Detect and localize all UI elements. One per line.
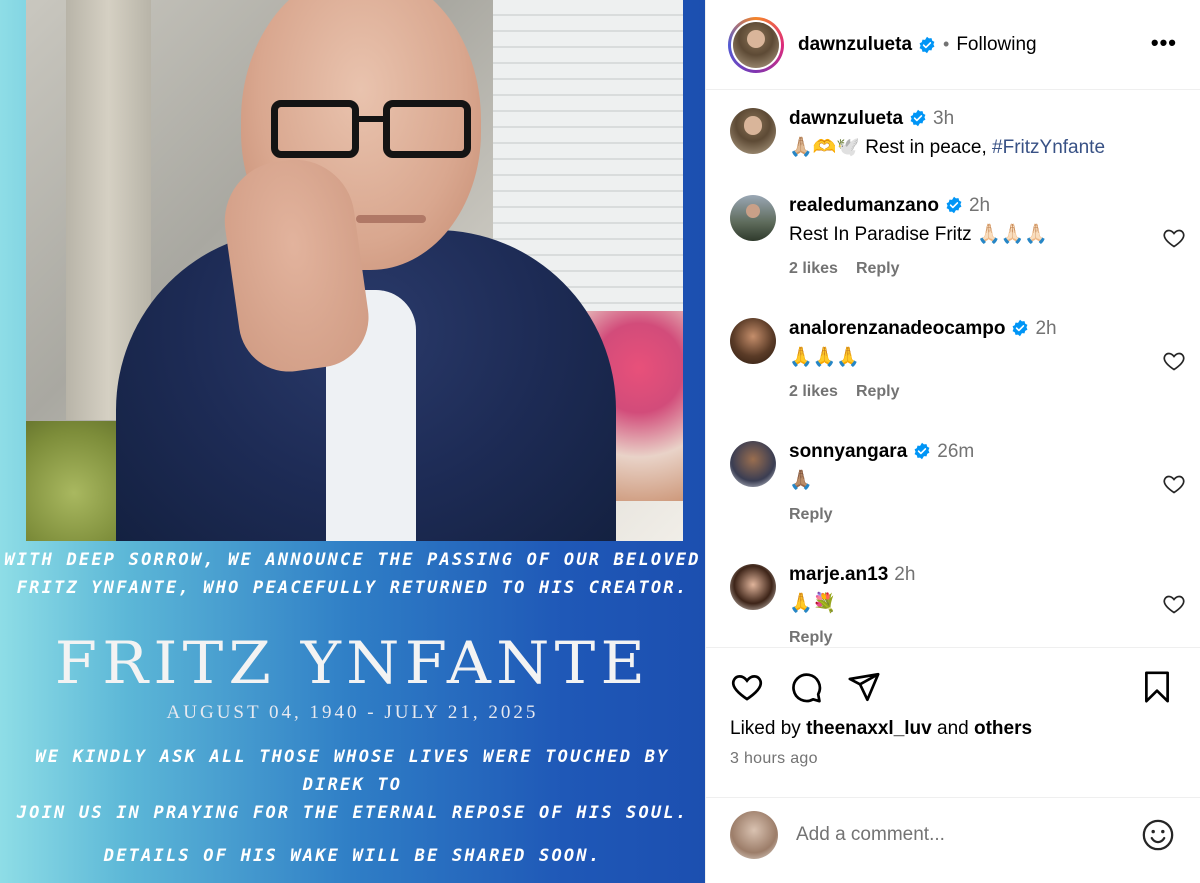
memorial-intro-line-1: WITH DEEP SORROW, WE ANNOUNCE THE PASSIN… [4,550,701,570]
comment-text: 🙏💐 [789,593,837,614]
reply-button[interactable]: Reply [856,383,900,400]
save-bookmark-icon[interactable] [1140,670,1174,704]
header-separator: • [943,34,950,54]
liked-by-and: and [937,718,969,739]
comment-time[interactable]: 2h [969,195,990,216]
memorial-request-line-1: WE KINDLY ASK ALL THOSE WHOSE LIVES WERE… [35,747,670,795]
current-user-avatar [730,811,778,859]
caption-text: 🙏🏼🫶🕊️ Rest in peace, #FritzYnfante [789,136,1149,160]
caption-message: Rest in peace, [865,137,987,158]
like-comment-heart-icon[interactable] [1162,472,1186,496]
like-comment-heart-icon[interactable] [1162,349,1186,373]
author-avatar [733,21,779,68]
comment-avatar[interactable] [730,195,776,241]
reply-button[interactable]: Reply [789,629,833,646]
add-comment-input[interactable] [796,820,1096,850]
like-comment-heart-icon[interactable] [1162,592,1186,616]
comment-likes-count[interactable]: 2 likes [789,383,838,400]
more-options-button[interactable]: ••• [1151,30,1177,56]
memorial-wake-note: DETAILS OF HIS WAKE WILL BE SHARED SOON. [103,846,602,866]
caption-hashtag-link[interactable]: #FritzYnfante [992,137,1105,158]
memorial-intro: WITH DEEP SORROW, WE ANNOUNCE THE PASSIN… [0,546,705,602]
comment-text: 🙏🏽 [789,470,813,491]
like-comment-heart-icon[interactable] [1162,226,1186,250]
caption-avatar[interactable] [730,108,776,154]
post-header: dawnzulueta • Following ••• [706,0,1200,90]
verified-badge-icon [1013,319,1028,337]
post-image[interactable]: WITH DEEP SORROW, WE ANNOUNCE THE PASSIN… [0,0,705,883]
memorial-intro-line-2: FRITZ YNFANTE, WHO PEACEFULLY RETURNED T… [16,578,689,598]
comment-bubble-icon[interactable] [789,670,823,704]
memorial-request: WE KINDLY ASK ALL THOSE WHOSE LIVES WERE… [0,743,705,827]
comment-time[interactable]: 2h [1035,318,1056,339]
post-actions: Liked by theenaxxl_luv and others 3 hour… [706,647,1200,797]
comment-text: 🙏🙏🙏 [789,347,860,368]
verified-badge-icon [946,196,962,214]
share-send-icon[interactable] [847,670,881,704]
liked-by-user-link[interactable]: theenaxxl_luv [806,718,932,739]
memorial-name: FRITZ YNFANTE [54,629,651,697]
verified-badge-icon [910,109,926,127]
portrait-photo [26,0,683,541]
comment-time[interactable]: 2h [894,564,915,585]
verified-badge-icon [919,36,935,53]
post-timestamp[interactable]: 3 hours ago [730,750,818,768]
comment-username[interactable]: marje.an13 [789,564,888,585]
photo-mouth [356,215,426,223]
comment-meta: Reply [789,506,1149,524]
memorial-dates: AUGUST 04, 1940 - JULY 21, 2025 [166,702,539,723]
caption-emojis: 🙏🏼🫶🕊️ [789,137,860,158]
comment-username[interactable]: realedumanzano [789,195,939,216]
liked-by-others-link[interactable]: others [974,718,1032,739]
author-avatar-story-ring[interactable] [728,16,784,73]
like-heart-icon[interactable] [730,670,764,704]
comments-thread[interactable]: dawnzulueta 3h 🙏🏼🫶🕊️ Rest in peace, #Frit… [706,91,1200,647]
caption-username[interactable]: dawnzulueta [789,108,903,129]
liked-by-prefix: Liked by [730,718,801,739]
following-button[interactable]: Following [956,34,1036,56]
author-username[interactable]: dawnzulueta [798,34,912,56]
reply-button[interactable]: Reply [789,506,833,523]
emoji-picker-icon[interactable] [1141,818,1175,852]
comment-time[interactable]: 26m [937,441,974,462]
comment-username[interactable]: analorenzanadeocampo [789,318,1005,339]
comment-avatar[interactable] [730,318,776,364]
comment-meta: Reply [789,629,1149,647]
caption-time[interactable]: 3h [933,108,954,129]
comment-username[interactable]: sonnyangara [789,441,907,462]
comment-avatar[interactable] [730,564,776,610]
comment-meta: 2 likes Reply [789,260,1149,278]
comment-likes-count[interactable]: 2 likes [789,260,838,277]
comment-composer [706,797,1200,883]
photo-glasses [271,100,471,160]
comment-avatar[interactable] [730,441,776,487]
reply-button[interactable]: Reply [856,260,900,277]
memorial-request-line-2: JOIN US IN PRAYING FOR THE ETERNAL REPOS… [16,803,689,823]
verified-badge-icon [914,442,930,460]
liked-by-summary: Liked by theenaxxl_luv and others [730,718,1032,740]
comment-meta: 2 likes Reply [789,383,1149,401]
post-sidebar: dawnzulueta • Following ••• dawnzulueta 3… [705,0,1200,883]
comment-text: Rest In Paradise Fritz 🙏🏻🙏🏻🙏🏻 [789,224,1048,245]
